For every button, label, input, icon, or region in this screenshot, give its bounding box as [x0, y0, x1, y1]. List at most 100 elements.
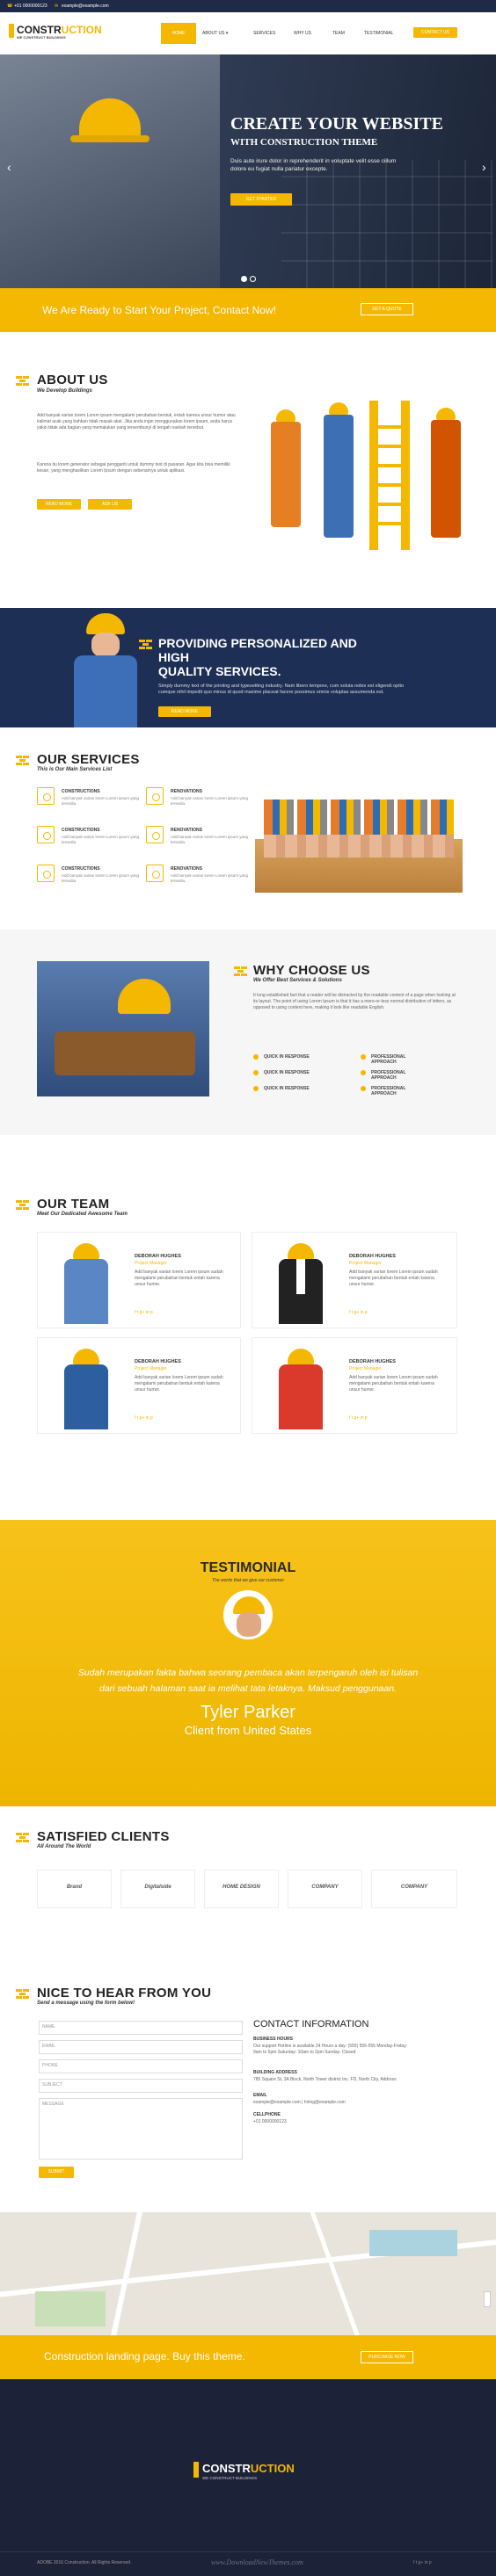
email-field[interactable]: EMAIL: [39, 2040, 243, 2054]
slider-dot-2[interactable]: [250, 276, 256, 282]
name-field[interactable]: NAME: [39, 2021, 243, 2035]
about-paragraph-2: Karena itu lorem generator sebagai pengg…: [37, 462, 230, 474]
provide-line-3: QUALITY SERVICES.: [158, 664, 281, 678]
member-name: DEBORAH HUGHES: [349, 1359, 396, 1364]
social-icons[interactable]: f t g+ in p: [349, 1415, 368, 1421]
why-title: WHY CHOOSE US: [253, 963, 370, 978]
slider-dot-1[interactable]: [241, 276, 247, 282]
nav-about[interactable]: ABOUT US ▾: [202, 23, 228, 44]
client-logo-1[interactable]: Brand: [37, 1870, 112, 1908]
slider-prev-button[interactable]: ‹: [7, 160, 11, 174]
service-name-6[interactable]: RENOVATIONS: [171, 866, 202, 872]
service-name-4[interactable]: RENOVATIONS: [171, 828, 202, 833]
client-logo-5[interactable]: COMPANY: [371, 1870, 457, 1908]
section-blocks-icon: [16, 1833, 30, 1845]
get-started-button[interactable]: GET STARTED: [230, 193, 292, 206]
client-logo-2[interactable]: Digitalside: [120, 1870, 195, 1908]
address-label: BUILDING ADDRESS: [253, 2070, 297, 2075]
worker-helmet: [436, 408, 456, 420]
ask-us-button[interactable]: ASK US: [88, 499, 132, 510]
nav-team[interactable]: TEAM: [332, 23, 345, 44]
logo-icon: [9, 24, 14, 38]
member-text: Add banyak varian lorem Lorem ipsum suda…: [349, 1270, 438, 1287]
map-zoom-control[interactable]: [484, 2291, 491, 2307]
hero-text-2: dolore eu fugiat nulla pariatur excepte.: [230, 166, 328, 172]
email-text[interactable]: example@example.com | hiring@example.com: [253, 2100, 429, 2106]
worker-helmet: [329, 402, 348, 415]
wrench-icon: [37, 826, 55, 843]
phone-field[interactable]: PHONE: [39, 2059, 243, 2073]
hands-row: [264, 835, 454, 857]
why-feature-3: QUICK IN RESPONSE: [264, 1070, 310, 1075]
promo-text: Construction landing page. Buy this them…: [44, 2350, 245, 2363]
member-name: DEBORAH HUGHES: [349, 1254, 396, 1259]
nav-why[interactable]: WHY US: [294, 23, 311, 44]
message-field[interactable]: MESSAGE: [39, 2098, 243, 2160]
about-subtitle: We Develop Buildings: [37, 388, 92, 394]
client-logo-text: Brand: [66, 1885, 83, 1890]
ladder-rungs: [378, 409, 401, 541]
subject-field[interactable]: SUBJECT: [39, 2079, 243, 2093]
provide-line-2: HIGH: [158, 650, 189, 664]
hours-label: BUSINESS HOURS: [253, 2037, 294, 2042]
member-role: Project Manager: [135, 1261, 167, 1266]
scaffold-lines: [281, 160, 492, 288]
team-photo: [261, 1240, 340, 1324]
purchase-now-button[interactable]: PURCHASE NOW: [361, 2351, 413, 2363]
service-text-1: Add banyak varian lorem Lorem ipsum yang…: [62, 796, 140, 806]
team-card: DEBORAH HUGHES Project Manager Add banya…: [252, 1232, 457, 1328]
email-label: EMAIL: [253, 2093, 267, 2098]
shirt: [296, 1259, 305, 1294]
promo-bar: Construction landing page. Buy this them…: [0, 2335, 496, 2379]
slider-next-button[interactable]: ›: [482, 160, 486, 174]
footer-logo-name-a: CONSTR: [202, 2462, 251, 2475]
service-text-4: Add banyak varian lorem Lorem ipsum yang…: [171, 835, 249, 844]
social-icons[interactable]: f t g+ in p: [135, 1415, 153, 1421]
client-logo-4[interactable]: COMPANY: [288, 1870, 362, 1908]
service-text-3: Add banyak varian lorem Lorem ipsum yang…: [62, 835, 140, 844]
footer-social-icons[interactable]: f t g+ in p: [413, 2560, 432, 2565]
nav-testimonial[interactable]: TESTIMONIAL: [364, 23, 393, 44]
provide-line-1: PROVIDING PERSONALIZED AND: [158, 636, 357, 650]
helmet: [118, 979, 171, 1014]
social-icons[interactable]: f t g+ in p: [349, 1310, 368, 1315]
blueprint-image: [0, 54, 220, 288]
social-icons[interactable]: f t g+ in p: [135, 1310, 153, 1315]
service-name-2[interactable]: RENOVATIONS: [171, 789, 202, 794]
why-subtitle: We Offer Best Services & Solutions: [253, 978, 342, 983]
helmet: [233, 1596, 265, 1614]
service-name-5[interactable]: CONSTRUCTIONS: [62, 866, 100, 872]
team-card: DEBORAH HUGHES Project Manager Add banya…: [37, 1232, 241, 1328]
ready-text: We Are Ready to Start Your Project, Cont…: [42, 304, 276, 316]
read-more-button[interactable]: READ MORE: [37, 499, 81, 510]
worker-photo: [62, 608, 158, 727]
check-icon: [253, 1070, 259, 1075]
testimonial-section: TESTIMONIAL The words that we give our c…: [0, 1520, 496, 1806]
client-logo-3[interactable]: HOME DESIGN: [204, 1870, 279, 1908]
footer: CONSTRUCTION WE CONSTRUCT BUILDINGS ADOB…: [0, 2379, 496, 2576]
client-logo-text: Digitalside: [144, 1885, 171, 1890]
map[interactable]: [0, 2212, 496, 2335]
hero-slider: CREATE YOUR WEBSITE WITH CONSTRUCTION TH…: [0, 54, 496, 288]
ladder-rail: [401, 401, 410, 550]
map-road: [107, 2212, 144, 2335]
section-blocks-icon: [16, 376, 30, 388]
get-quote-button[interactable]: GET A QUOTE: [361, 303, 413, 315]
provide-section: PROVIDING PERSONALIZED AND HIGH QUALITY …: [0, 608, 496, 727]
nav-services[interactable]: SERVICES: [253, 23, 275, 44]
service-text-2: Add banyak varian lorem Lorem ipsum yang…: [171, 796, 249, 806]
submit-button[interactable]: SUBMIT: [39, 2167, 74, 2178]
worker-body: [431, 420, 461, 538]
nav-home[interactable]: HOME: [161, 23, 196, 44]
topbar-email[interactable]: example@example.com: [62, 0, 109, 12]
header: CONSTRUCTION WE CONSTRUCT BUILDINGS HOME…: [0, 12, 496, 54]
check-icon: [253, 1054, 259, 1060]
service-name-1[interactable]: CONSTRUCTIONS: [62, 789, 100, 794]
contact-us-button[interactable]: CONTACT US: [413, 27, 457, 38]
member-text: Add banyak varian lorem Lorem ipsum suda…: [349, 1375, 438, 1393]
client-origin: Client from United States: [184, 1724, 312, 1737]
service-name-3[interactable]: CONSTRUCTIONS: [62, 828, 100, 833]
chevron-down-icon: ▾: [224, 31, 229, 36]
provide-read-more-button[interactable]: READ MORE: [158, 706, 211, 717]
footer-logo[interactable]: CONSTRUCTION: [202, 2462, 295, 2475]
